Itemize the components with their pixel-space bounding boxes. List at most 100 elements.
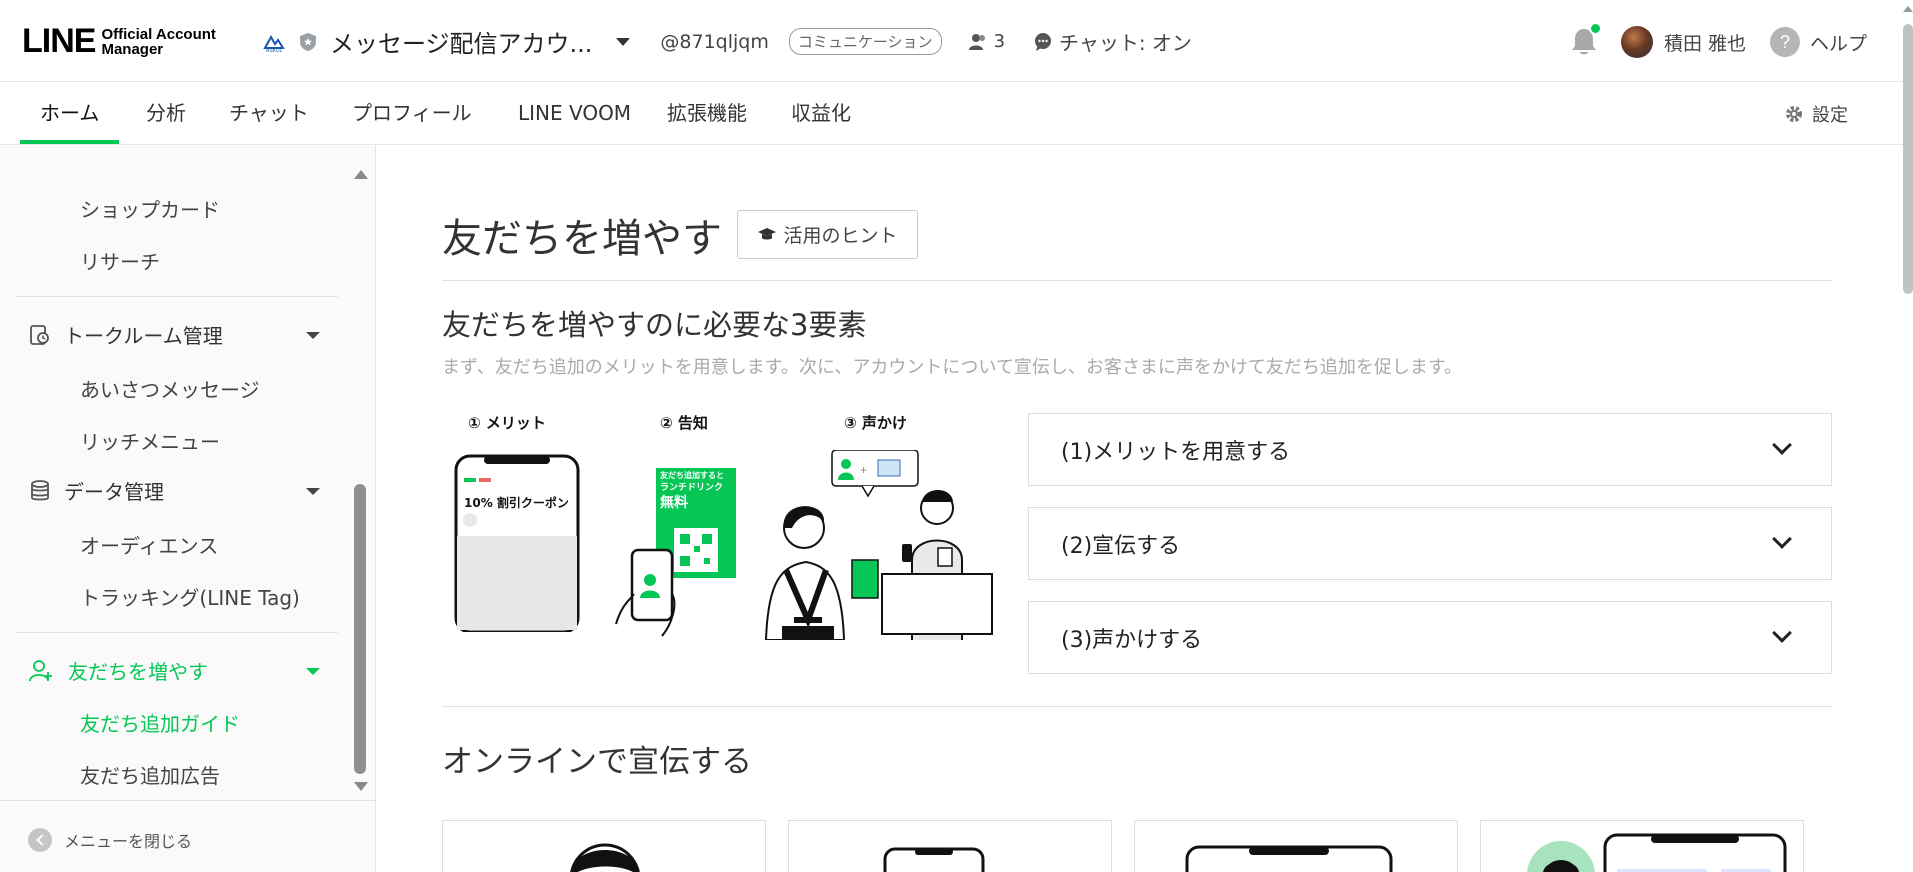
plan-badge: コミュニケーション — [788, 28, 942, 55]
sidebar-item-friend-guide[interactable]: 友だち追加ガイド — [80, 708, 240, 737]
step3-label: ③ 声かけ — [844, 414, 907, 432]
sidebar-item-greeting[interactable]: あいさつメッセージ — [80, 374, 260, 403]
tab-monetization[interactable]: 収益化 — [771, 83, 871, 144]
chevron-left-icon — [28, 828, 52, 852]
section-title: 友だちを増やすのに必要な3要素 — [442, 308, 867, 342]
notification-dot — [1589, 22, 1602, 35]
sidebar-item-research[interactable]: リサーチ — [80, 246, 160, 275]
tab-profile[interactable]: プロフィール — [332, 83, 492, 144]
chevron-down-icon — [1772, 529, 1792, 549]
sidebar-divider — [16, 296, 338, 297]
tab-chat[interactable]: チャット — [209, 83, 329, 144]
person-illustration — [570, 843, 640, 872]
logo-subtitle: Official Account Manager — [101, 27, 215, 57]
friend-count: 3 — [968, 31, 1005, 52]
settings-link[interactable]: 設定 — [1784, 101, 1848, 127]
user-name[interactable]: 積田 雅也 — [1664, 29, 1746, 56]
accordion-promote[interactable]: (2)宣伝する — [1028, 507, 1832, 580]
talkroom-caret-icon[interactable] — [306, 332, 320, 339]
avatar[interactable] — [1621, 26, 1653, 58]
sidebar-item-tracking[interactable]: トラッキング(LINE Tag) — [80, 582, 300, 611]
page-scroll-up-icon[interactable] — [1903, 6, 1913, 12]
promo-card[interactable] — [442, 820, 766, 872]
promo-card[interactable] — [788, 820, 1112, 872]
tab-home[interactable]: ホーム — [20, 83, 120, 144]
hints-button[interactable]: 活用のヒント — [737, 210, 918, 259]
data-caret-icon[interactable] — [306, 488, 320, 495]
verified-shield-icon — [296, 30, 320, 54]
phone-illustration — [883, 847, 985, 872]
divider — [442, 706, 1832, 707]
sidebar-item-audience[interactable]: オーディエンス — [80, 530, 218, 559]
poster-line3: 無料 — [660, 495, 688, 511]
close-menu-button[interactable]: メニューを閉じる — [28, 828, 192, 852]
sidebar-group-talkroom-label: トークルーム管理 — [64, 324, 223, 348]
sidebar-scroll-up-icon[interactable] — [354, 170, 368, 179]
help-icon[interactable]: ? — [1770, 27, 1800, 57]
people-icon — [968, 33, 985, 50]
logo-subtitle-line1: Official Account — [101, 25, 216, 43]
sidebar-group-friends-label: 友だちを増やす — [68, 660, 208, 684]
three-elements-illustration: ① メリット ② 告知 ③ 声かけ 10% 割引クーポン 友だち追加すると ラン… — [442, 410, 1002, 640]
close-menu-label: メニューを閉じる — [64, 832, 193, 851]
friends-caret-icon[interactable] — [306, 668, 320, 675]
sidebar-item-friend-ads[interactable]: 友だち追加広告 — [80, 760, 220, 789]
logo-wordmark: LINE — [22, 22, 96, 60]
sidebar-scroll-down-icon[interactable] — [354, 782, 368, 791]
sidebar-divider — [0, 800, 376, 801]
talkroom-icon — [30, 324, 49, 345]
account-switcher[interactable]: ASKUL メッセージ配信アカウ... @871qljqm コミュニケーション … — [262, 24, 1192, 59]
accordion-promote-label: (2)宣伝する — [1061, 533, 1181, 559]
help-link[interactable]: ヘルプ — [1810, 29, 1867, 56]
section-description: まず、友だち追加のメリットを用意します。次に、アカウントについて宣伝し、お客さま… — [442, 357, 1463, 378]
svg-text:+: + — [860, 463, 867, 477]
accordion-merit-label: (1)メリットを用意する — [1061, 439, 1291, 465]
promo-card[interactable] — [1480, 820, 1804, 872]
sidebar-scrollbar[interactable] — [354, 484, 366, 774]
tab-extensions[interactable]: 拡張機能 — [647, 83, 767, 144]
accordion-invite[interactable]: (3)声かけする — [1028, 601, 1832, 674]
sidebar-item-shop-card[interactable]: ショップカード — [80, 194, 220, 223]
sidebar-group-talkroom[interactable]: トークルーム管理 — [28, 320, 223, 349]
line-oa-manager-logo[interactable]: LINE Official Account Manager — [22, 22, 216, 61]
step1-label: ① メリット — [468, 414, 546, 432]
top-bar: LINE Official Account Manager ASKUL メッセー… — [0, 0, 1913, 82]
logo-subtitle-line2: Manager — [101, 40, 164, 58]
chevron-down-icon — [1772, 623, 1792, 643]
settings-label: 設定 — [1812, 105, 1848, 126]
divider — [442, 280, 1832, 281]
tab-analytics[interactable]: 分析 — [126, 83, 206, 144]
accordion-merit[interactable]: (1)メリットを用意する — [1028, 413, 1832, 486]
chevron-down-icon — [1772, 435, 1792, 455]
svg-text:ASKUL: ASKUL — [266, 48, 283, 52]
sidebar-item-rich-menu[interactable]: リッチメニュー — [80, 426, 220, 455]
sidebar-group-friends[interactable]: 友だちを増やす — [28, 656, 208, 685]
phone-coupon-illustration — [454, 454, 580, 632]
coupon-text: 10% 割引クーポン — [464, 496, 569, 510]
gear-icon — [1786, 106, 1802, 122]
shop-conversation-illustration: + — [764, 450, 993, 640]
database-icon — [31, 479, 49, 500]
sidebar-divider — [16, 632, 338, 633]
page-scrollbar[interactable] — [1903, 24, 1913, 294]
sidebar: ショップカード リサーチ トークルーム管理 あいさつメッセージ リッチメニュー … — [0, 146, 376, 872]
person-phone-illustration — [1527, 833, 1787, 872]
accordion-invite-label: (3)声かけする — [1061, 627, 1203, 653]
online-section-title: オンラインで宣伝する — [442, 744, 752, 780]
hints-button-label: 活用のヒント — [783, 225, 898, 247]
step2-label: ② 告知 — [660, 414, 708, 432]
graduation-cap-icon — [758, 227, 777, 239]
account-name: メッセージ配信アカウ... — [330, 30, 593, 58]
sidebar-group-data[interactable]: データ管理 — [28, 476, 164, 505]
promo-card[interactable] — [1134, 820, 1458, 872]
main-nav: ホーム 分析 チャット プロフィール LINE VOOM 拡張機能 収益化 設定 — [0, 83, 1913, 145]
account-logo-icon: ASKUL — [262, 30, 286, 54]
chat-status[interactable]: チャット: オン — [1033, 27, 1192, 56]
chat-status-label: チャット: オン — [1059, 31, 1192, 55]
phone-illustration — [1185, 845, 1393, 872]
add-friend-icon — [29, 659, 52, 681]
chat-bubble-icon — [1035, 32, 1052, 51]
tab-line-voom[interactable]: LINE VOOM — [498, 83, 651, 144]
sidebar-group-data-label: データ管理 — [64, 480, 164, 504]
account-dropdown-icon[interactable] — [616, 37, 631, 46]
